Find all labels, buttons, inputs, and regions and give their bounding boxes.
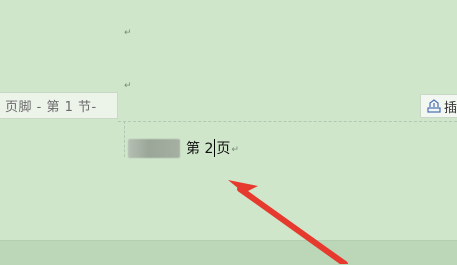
annotation-arrow [228, 180, 348, 264]
